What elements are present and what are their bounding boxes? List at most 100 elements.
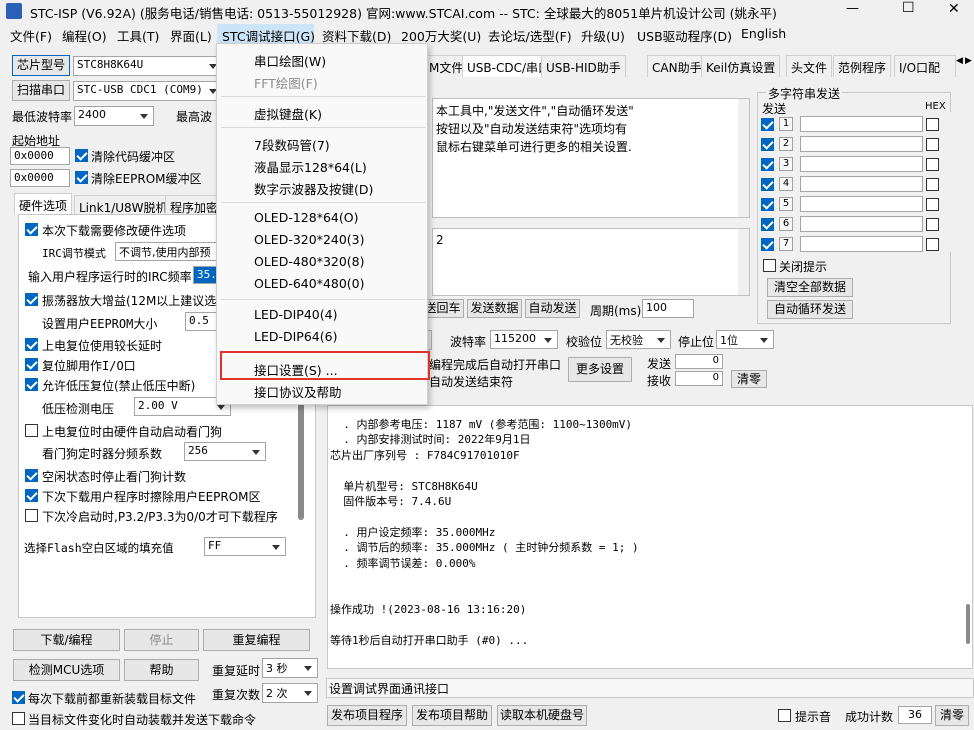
- menu-tools[interactable]: 工具(T): [117, 26, 159, 45]
- tab-examples[interactable]: 范例程序: [833, 55, 892, 77]
- tab-usb-hid[interactable]: USB-HID助手: [541, 55, 626, 77]
- help-button[interactable]: 帮助: [124, 659, 199, 681]
- multi-send-index[interactable]: 3: [779, 157, 793, 171]
- auto-send-button[interactable]: 自动发送: [525, 299, 580, 318]
- wdt-div-select[interactable]: 256: [184, 442, 266, 461]
- menu-interface[interactable]: 界面(L): [170, 26, 212, 45]
- multi-string-input[interactable]: [800, 156, 923, 172]
- multi-send-index[interactable]: 5: [779, 197, 793, 211]
- publish-help-button[interactable]: 发布项目帮助: [412, 705, 492, 726]
- multi-hex-checkbox[interactable]: [926, 198, 939, 211]
- repeat-program-button[interactable]: 重复编程: [203, 629, 310, 651]
- port-select[interactable]: STC-USB CDC1 (COM9): [73, 81, 223, 101]
- tab-scroll-right[interactable]: ▶: [965, 56, 974, 72]
- beep-checkbox[interactable]: [778, 709, 791, 722]
- menu-oled-320x240[interactable]: OLED-320*240(3): [254, 232, 365, 247]
- multi-send-index[interactable]: 6: [779, 217, 793, 231]
- multi-enable-checkbox[interactable]: [761, 218, 774, 231]
- multi-hex-checkbox[interactable]: [926, 138, 939, 151]
- menu-oled-480x320[interactable]: OLED-480*320(8): [254, 254, 365, 269]
- menu-oled-640x480[interactable]: OLED-640*480(0): [254, 276, 365, 291]
- multi-send-index[interactable]: 1: [779, 117, 793, 131]
- multi-enable-checkbox[interactable]: [761, 158, 774, 171]
- multi-string-input[interactable]: [800, 116, 923, 132]
- multi-string-input[interactable]: [800, 236, 923, 252]
- chip-model-button[interactable]: 芯片型号: [12, 55, 70, 76]
- clear-code-checkbox[interactable]: [75, 149, 88, 162]
- opt-erase-eeprom-checkbox[interactable]: [25, 489, 38, 502]
- menu-upgrade[interactable]: 升级(U): [581, 26, 625, 45]
- repeat-count-select[interactable]: 2 次: [262, 683, 318, 703]
- multi-hex-checkbox[interactable]: [926, 158, 939, 171]
- multi-send-index[interactable]: 4: [779, 177, 793, 191]
- menu-lcd-128x64[interactable]: 液晶显示128*64(L): [254, 157, 367, 176]
- period-input[interactable]: 100: [642, 299, 694, 318]
- opt-cold-boot-checkbox[interactable]: [25, 509, 38, 522]
- menu-program[interactable]: 编程(O): [62, 26, 107, 45]
- menu-usb-driver[interactable]: USB驱动程序(D): [637, 26, 732, 45]
- multi-enable-checkbox[interactable]: [761, 118, 774, 131]
- tab-can[interactable]: CAN助手: [647, 55, 707, 77]
- close-button[interactable]: ✕: [948, 1, 960, 17]
- send-area[interactable]: [432, 228, 750, 296]
- multi-enable-checkbox[interactable]: [761, 178, 774, 191]
- opt-modify-hw-checkbox[interactable]: [25, 223, 38, 236]
- minimize-button[interactable]: —: [846, 1, 859, 16]
- opt-lvr-checkbox[interactable]: [25, 378, 38, 391]
- auto-loop-send-button[interactable]: 自动循环发送: [767, 300, 853, 319]
- multi-send-index[interactable]: 2: [779, 137, 793, 151]
- multi-hex-checkbox[interactable]: [926, 218, 939, 231]
- clear-counters-button[interactable]: 清零: [731, 370, 767, 388]
- flash-fill-select[interactable]: FF: [204, 537, 286, 556]
- menu-led-dip40[interactable]: LED-DIP40(4): [254, 307, 337, 322]
- read-disk-id-button[interactable]: 读取本机硬盘号: [497, 705, 587, 726]
- parity-select[interactable]: 无校验: [606, 330, 671, 349]
- multi-string-input[interactable]: [800, 176, 923, 192]
- menu-english[interactable]: English: [741, 26, 786, 41]
- menu-file[interactable]: 文件(F): [10, 26, 52, 45]
- clear-eeprom-checkbox[interactable]: [75, 171, 88, 184]
- menu-forum[interactable]: 去论坛/选型(F): [488, 26, 572, 45]
- opt-idle-wdt-checkbox[interactable]: [25, 469, 38, 482]
- tab-keil[interactable]: Keil仿真设置: [701, 55, 781, 77]
- irc-mode-select[interactable]: 不调节,使用内部预: [115, 242, 227, 261]
- publish-program-button[interactable]: 发布项目程序: [327, 705, 407, 726]
- send-data-button[interactable]: 发送数据: [467, 299, 522, 318]
- tab-io-config[interactable]: I/O口配: [894, 55, 956, 77]
- detect-mcu-button[interactable]: 检测MCU选项: [13, 659, 120, 681]
- menu-virtual-keyboard[interactable]: 虚拟键盘(K): [254, 104, 322, 123]
- stop-button[interactable]: 停止: [124, 629, 199, 651]
- menu-fft-plot[interactable]: FFT绘图(F): [254, 73, 318, 92]
- more-settings-button[interactable]: 更多设置: [568, 357, 632, 382]
- stop-bits-select[interactable]: 1位: [716, 330, 774, 349]
- chip-model-select[interactable]: STC8H8K64U: [73, 56, 223, 76]
- multi-scrollbar[interactable]: [947, 112, 959, 252]
- multi-enable-checkbox[interactable]: [761, 198, 774, 211]
- opt-wdt-hw-checkbox[interactable]: [25, 424, 38, 437]
- close-hint-checkbox[interactable]: [763, 259, 776, 272]
- menu-protocol-help[interactable]: 接口协议及帮助: [254, 382, 342, 401]
- menu-led-dip64[interactable]: LED-DIP64(6): [254, 329, 337, 344]
- download-button[interactable]: 下载/编程: [13, 629, 120, 651]
- scan-port-button[interactable]: 扫描串口: [12, 80, 70, 101]
- auto-send-checkbox[interactable]: [12, 712, 25, 725]
- menu-serial-plot[interactable]: 串口绘图(W): [254, 51, 326, 70]
- multi-hex-checkbox[interactable]: [926, 118, 939, 131]
- tab-hardware-options[interactable]: 硬件选项: [14, 193, 73, 215]
- send-scrollbar[interactable]: [738, 229, 749, 295]
- menu-oled-128x64[interactable]: OLED-128*64(O): [254, 210, 358, 225]
- tab-scroll-left[interactable]: ◀: [956, 56, 965, 72]
- start-addr-field-1[interactable]: 0x0000: [10, 147, 70, 165]
- clear-all-button[interactable]: 清空全部数据: [767, 278, 853, 297]
- opt-reset-io-checkbox[interactable]: [25, 358, 38, 371]
- success-clear-button[interactable]: 清零: [935, 705, 969, 726]
- min-baud-select[interactable]: 2400: [74, 106, 154, 126]
- start-addr-field-2[interactable]: 0x0000: [10, 169, 70, 187]
- multi-hex-checkbox[interactable]: [926, 178, 939, 191]
- multi-enable-checkbox[interactable]: [761, 138, 774, 151]
- repeat-delay-select[interactable]: 3 秒: [262, 658, 318, 678]
- menu-7seg[interactable]: 7段数码管(7): [254, 135, 330, 154]
- menu-oscilloscope[interactable]: 数字示波器及按键(D): [254, 179, 373, 198]
- multi-string-input[interactable]: [800, 196, 923, 212]
- tab-headers[interactable]: 头文件: [786, 55, 833, 77]
